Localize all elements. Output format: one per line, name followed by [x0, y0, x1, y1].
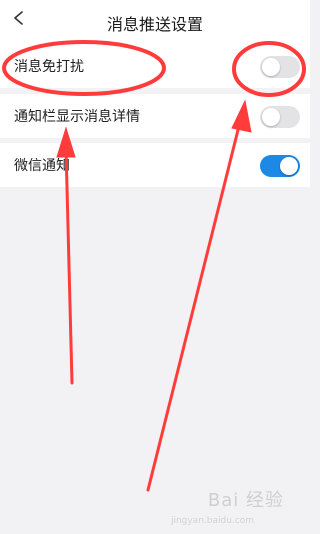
annotation-arrow-head-left: [56, 126, 76, 158]
watermark-url: jingyan.baidu.com: [170, 516, 254, 526]
annotation-ellipse-label: [2, 40, 166, 96]
annotation-arrow-shaft-left: [64, 146, 74, 385]
annotation-ellipse-toggle: [232, 41, 306, 97]
watermark-logo: Bai 经验: [207, 490, 284, 511]
annotation-arrow-head-right: [231, 99, 252, 133]
annotation-overlay: [2, 40, 306, 492]
annotation-arrow-shaft-right: [146, 120, 242, 492]
